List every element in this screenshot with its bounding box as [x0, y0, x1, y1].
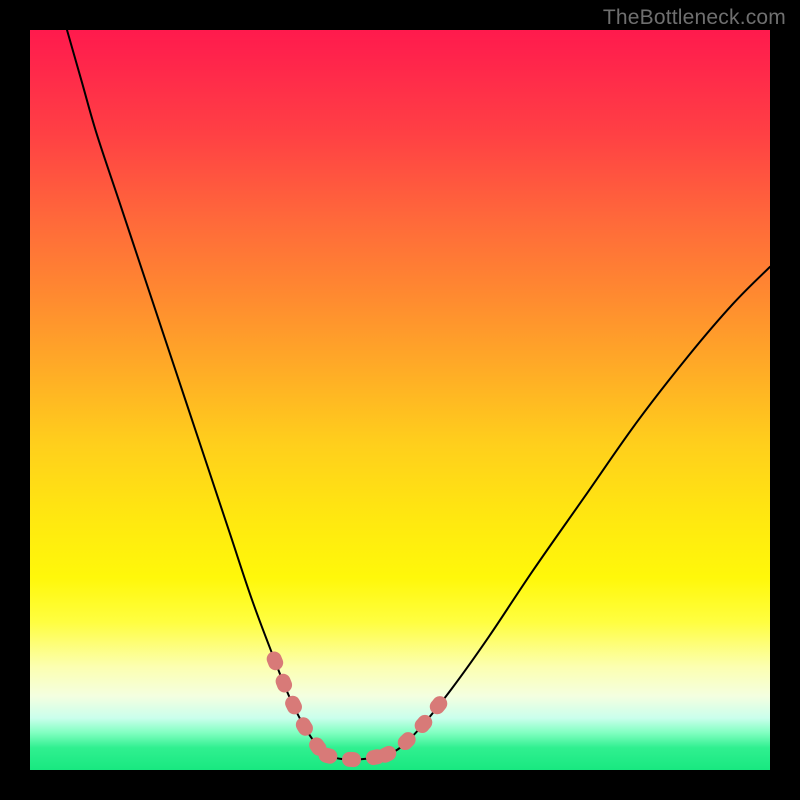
- highlight-right-curve: [385, 698, 444, 755]
- highlight-valley-floor: [326, 755, 385, 759]
- curve-left-curve: [67, 30, 326, 755]
- curve-layer: [30, 30, 770, 770]
- highlight-left-curve: [274, 659, 326, 755]
- curve-right-curve: [385, 267, 770, 755]
- watermark-text: TheBottleneck.com: [603, 6, 786, 30]
- chart-frame: TheBottleneck.com: [0, 0, 800, 800]
- plot-area: [30, 30, 770, 770]
